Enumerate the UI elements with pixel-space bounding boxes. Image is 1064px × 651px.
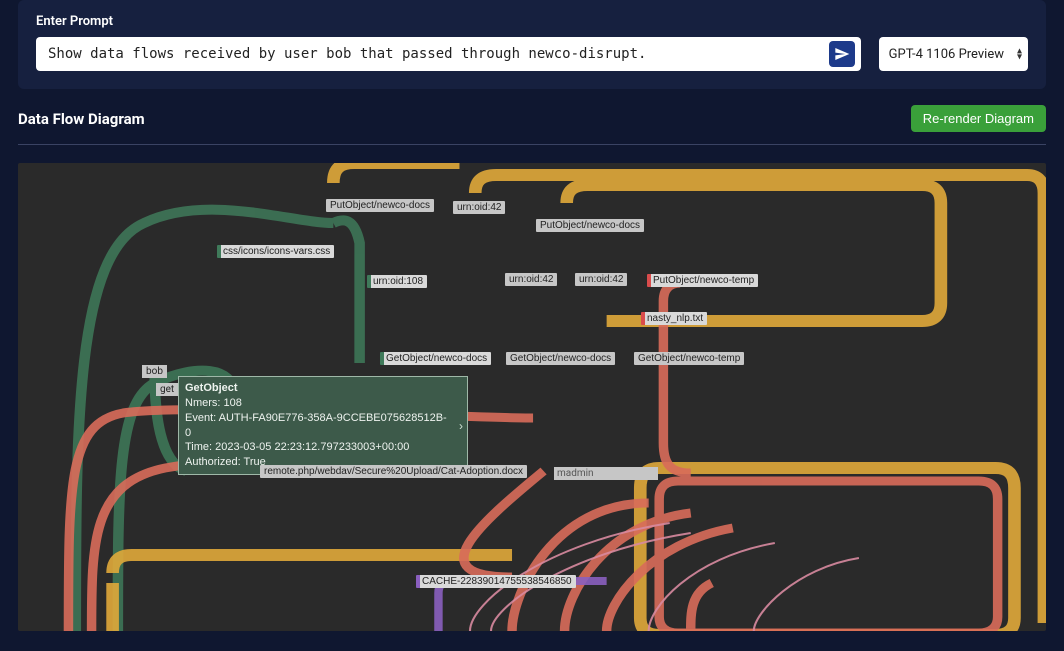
model-select[interactable]: GPT-4 1106 Preview ▴▾ — [879, 37, 1028, 71]
node-urn42-c[interactable]: urn:oid:42 — [575, 273, 627, 286]
chevron-right-icon: › — [459, 417, 463, 433]
node-getobject-temp[interactable]: GetObject/newco-temp — [634, 352, 744, 365]
node-putobject-docs-1[interactable]: PutObject/newco-docs — [326, 199, 434, 212]
chevron-updown-icon: ▴▾ — [1017, 49, 1022, 60]
node-tooltip[interactable]: GetObject Nmers: 108 Event: AUTH-FA90E77… — [178, 376, 468, 475]
prompt-label: Enter Prompt — [36, 14, 1028, 29]
rerender-button[interactable]: Re-render Diagram — [911, 105, 1046, 132]
node-remote[interactable]: remote.php/webdav/Secure%20Upload/Cat-Ad… — [260, 465, 527, 478]
node-putobject-docs-2[interactable]: PutObject/newco-docs — [536, 219, 644, 232]
tooltip-time: Time: 2023-03-05 22:23:12.797233003+00:0… — [185, 440, 449, 455]
node-nasty[interactable]: nasty_nlp.txt — [641, 312, 707, 325]
diagram-panel: Data Flow Diagram Re-render Diagram — [18, 105, 1046, 631]
node-urn108[interactable]: urn:oid:108 — [367, 275, 427, 288]
node-urn42-b[interactable]: urn:oid:42 — [505, 273, 557, 286]
prompt-row: GPT-4 1106 Preview ▴▾ — [36, 37, 1028, 71]
tooltip-title: GetObject — [185, 381, 449, 396]
tooltip-nmers: Nmers: 108 — [185, 396, 449, 411]
tooltip-event: Event: AUTH-FA90E776-358A-9CCEBE07562851… — [185, 411, 449, 441]
diagram-title: Data Flow Diagram — [18, 110, 145, 128]
node-bob[interactable]: bob — [142, 365, 167, 378]
node-cache[interactable]: CACHE-22839014755538546850 — [416, 575, 576, 588]
diagram-canvas[interactable]: PutObject/newco-docs urn:oid:42 PutObjec… — [18, 163, 1046, 631]
node-get[interactable]: get — [156, 383, 178, 396]
send-icon — [834, 46, 850, 62]
model-selected-label: GPT-4 1106 Preview — [889, 47, 1004, 62]
node-css[interactable]: css/icons/icons-vars.css — [217, 245, 334, 258]
prompt-input[interactable] — [48, 46, 829, 62]
node-getobject-docs-1[interactable]: GetObject/newco-docs — [380, 352, 491, 365]
edge-layer — [18, 163, 1046, 631]
send-button[interactable] — [829, 41, 855, 67]
node-getobject-docs-2[interactable]: GetObject/newco-docs — [506, 352, 615, 365]
node-madmin[interactable]: madmin — [554, 467, 658, 480]
node-urn42-a[interactable]: urn:oid:42 — [453, 201, 505, 214]
prompt-panel: Enter Prompt GPT-4 1106 Preview ▴▾ — [18, 0, 1046, 89]
diagram-header: Data Flow Diagram Re-render Diagram — [18, 105, 1046, 145]
prompt-input-wrap — [36, 37, 861, 71]
node-putobject-temp[interactable]: PutObject/newco-temp — [647, 274, 758, 287]
